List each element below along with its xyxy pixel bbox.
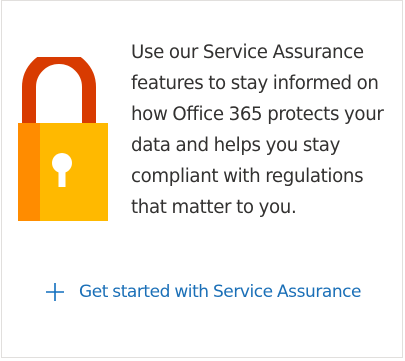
plus-icon bbox=[46, 283, 64, 301]
get-started-link[interactable]: Get started with Service Assurance bbox=[45, 276, 362, 308]
padlock-icon bbox=[18, 57, 108, 221]
service-assurance-card: Use our Service Assurance features to st… bbox=[1, 0, 403, 358]
service-assurance-description: Use our Service Assurance features to st… bbox=[131, 42, 384, 218]
get-started-link-label: Get started with Service Assurance bbox=[79, 282, 362, 302]
